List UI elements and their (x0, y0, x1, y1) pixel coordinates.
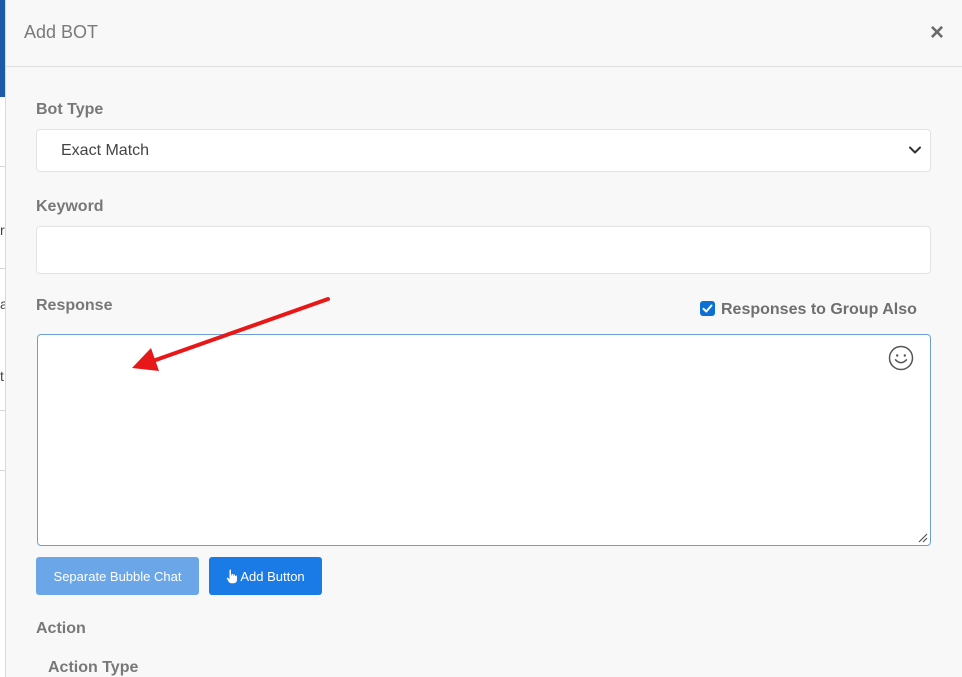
action-type-label: Action Type (48, 659, 139, 676)
bot-type-label: Bot Type (36, 101, 104, 118)
action-label: Action (36, 620, 86, 637)
keyword-label: Keyword (36, 198, 104, 215)
responses-to-group-label: Responses to Group Also (721, 301, 917, 318)
responses-to-group-toggle[interactable]: Responses to Group Also (700, 299, 917, 318)
response-label: Response (36, 297, 113, 314)
resize-handle-icon[interactable] (916, 531, 928, 543)
bot-type-selected-value: Exact Match (61, 142, 150, 159)
checkmark-icon (702, 304, 713, 312)
response-textarea[interactable] (37, 334, 931, 546)
bot-type-select[interactable]: Exact Match (36, 129, 931, 172)
modal-title: Add BOT (24, 22, 99, 42)
modal-header: Add BOT × (6, 0, 962, 67)
responses-to-group-checkbox[interactable] (700, 300, 715, 316)
smiley-icon[interactable] (888, 345, 914, 371)
add-button-button[interactable]: Add Button (209, 557, 322, 595)
hand-pointer-icon (227, 569, 238, 583)
chevron-down-icon (909, 146, 921, 154)
close-icon[interactable]: × (925, 20, 949, 46)
keyword-input[interactable] (36, 226, 931, 274)
add-button-label: Add Button (240, 568, 305, 584)
add-bot-modal: Add BOT × Bot Type Exact Match Keyword R… (5, 0, 962, 677)
separate-bubble-chat-label: Separate Bubble Chat (53, 568, 182, 584)
separate-bubble-chat-button[interactable]: Separate Bubble Chat (36, 557, 199, 595)
